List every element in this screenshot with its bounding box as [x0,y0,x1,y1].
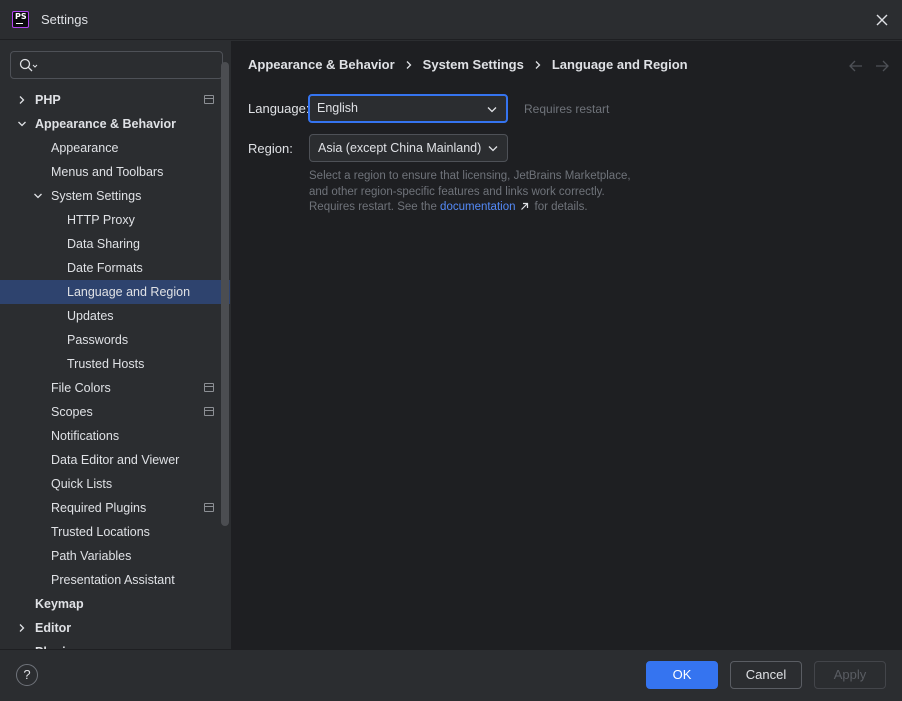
dialog-footer: ? OK Cancel Apply [0,649,902,701]
region-description: Select a region to ensure that licensing… [309,169,649,216]
sidebar-item-label: Passwords [67,333,129,347]
breadcrumb: Appearance & Behavior System Settings La… [248,57,688,72]
sidebar-item[interactable]: Language and Region [0,280,230,304]
documentation-link[interactable]: documentation [440,201,515,213]
project-level-icon [204,383,214,392]
forward-arrow-icon[interactable] [874,59,890,73]
apply-button[interactable]: Apply [814,661,886,689]
sidebar-item-label: Keymap [35,597,84,611]
ok-button[interactable]: OK [646,661,718,689]
sidebar-item[interactable]: Menus and Toolbars [0,160,230,184]
breadcrumb-item: Language and Region [551,57,688,72]
sidebar-item[interactable]: Data Sharing [0,232,230,256]
close-icon [876,14,888,26]
settings-sidebar: PHP Appearance & Behavior Appearance Menus … [0,41,232,649]
sidebar-item[interactable]: Presentation Assistant [0,568,230,592]
sidebar-item-label: Date Formats [67,261,143,275]
sidebar-item-label: Data Sharing [67,237,140,251]
sidebar-item-label: Presentation Assistant [51,573,175,587]
sidebar-item-label: Appearance & Behavior [35,117,177,131]
settings-content: Appearance & Behavior System Settings La… [232,41,902,649]
chevron-down-icon[interactable] [17,119,27,129]
search-icon [19,58,38,72]
sidebar-item-label: Path Variables [51,549,132,563]
sidebar-item-label: PHP [35,93,61,107]
sidebar-item[interactable]: Date Formats [0,256,230,280]
region-description-suffix: for details. [534,201,588,213]
language-label: Language: [248,101,310,116]
chevron-right-icon[interactable] [17,95,27,105]
phpstorm-app-icon: PS [12,11,29,28]
sidebar-item-label: Updates [67,309,114,323]
sidebar-item[interactable]: Updates [0,304,230,328]
sidebar-scrollbar[interactable] [221,62,229,526]
region-dropdown[interactable]: Asia (except China Mainland) [309,134,508,162]
sidebar-item-label: Data Editor and Viewer [51,453,180,467]
sidebar-item-label: Appearance [51,141,119,155]
window-title: Settings [41,12,88,27]
cancel-button[interactable]: Cancel [730,661,802,689]
sidebar-item[interactable]: Trusted Locations [0,520,230,544]
sidebar-item-label: Menus and Toolbars [51,165,164,179]
breadcrumb-chevron-icon [535,60,541,69]
sidebar-item-label: File Colors [51,381,111,395]
sidebar-item-label: Scopes [51,405,93,419]
sidebar-item[interactable]: System Settings [0,184,230,208]
sidebar-item[interactable]: File Colors [0,376,230,400]
sidebar-item[interactable]: Editor [0,616,230,640]
sidebar-item-label: Plugins [35,640,80,649]
language-dropdown[interactable]: English [308,94,508,123]
chevron-down-icon [487,107,497,113]
history-navigation [848,59,890,73]
chevron-down-icon [488,146,498,152]
breadcrumb-item[interactable]: System Settings [423,57,524,72]
sidebar-item-label: Language and Region [67,285,191,299]
sidebar-item-label: Trusted Hosts [67,357,145,371]
sidebar-item[interactable]: Data Editor and Viewer [0,448,230,472]
chevron-right-icon[interactable] [17,623,27,633]
region-label: Region: [248,141,293,156]
breadcrumb-item[interactable]: Appearance & Behavior [248,57,395,72]
sidebar-item[interactable]: Appearance & Behavior [0,112,230,136]
language-selected-value: English [317,101,358,115]
requires-restart-hint: Requires restart [524,102,610,116]
project-level-icon [204,95,214,104]
sidebar-item[interactable]: Trusted Hosts [0,352,230,376]
chevron-down-icon[interactable] [33,191,43,201]
sidebar-item[interactable]: Required Plugins [0,496,230,520]
back-arrow-icon[interactable] [848,59,864,73]
settings-search-input[interactable] [10,51,223,79]
sidebar-item[interactable]: Plugins [0,640,230,649]
project-level-icon [204,503,214,512]
sidebar-item-label: HTTP Proxy [67,213,135,227]
region-selected-value: Asia (except China Mainland) [318,141,482,155]
sidebar-item[interactable]: Appearance [0,136,230,160]
sidebar-item[interactable]: Quick Lists [0,472,230,496]
title-bar: PS Settings [0,0,902,40]
sidebar-item[interactable]: HTTP Proxy [0,208,230,232]
help-button[interactable]: ? [16,664,38,686]
app-icon-label: PS [15,12,27,21]
breadcrumb-chevron-icon [406,60,412,69]
sidebar-item[interactable]: Keymap [0,592,230,616]
sidebar-item-label: Required Plugins [51,501,147,515]
sidebar-item-label: Editor [35,621,72,635]
sidebar-item[interactable]: Scopes [0,400,230,424]
settings-tree: PHP Appearance & Behavior Appearance Menus … [0,88,230,649]
project-level-icon [204,407,214,416]
external-link-icon [520,202,528,210]
sidebar-item[interactable]: Path Variables [0,544,230,568]
sidebar-item[interactable]: PHP [0,88,230,112]
sidebar-item-label: Notifications [51,429,120,443]
sidebar-item-label: Trusted Locations [51,525,150,539]
sidebar-item-label: System Settings [51,189,142,203]
sidebar-item[interactable]: Passwords [0,328,230,352]
sidebar-item[interactable]: Notifications [0,424,230,448]
close-button[interactable] [872,10,892,30]
sidebar-item-label: Quick Lists [51,477,113,491]
